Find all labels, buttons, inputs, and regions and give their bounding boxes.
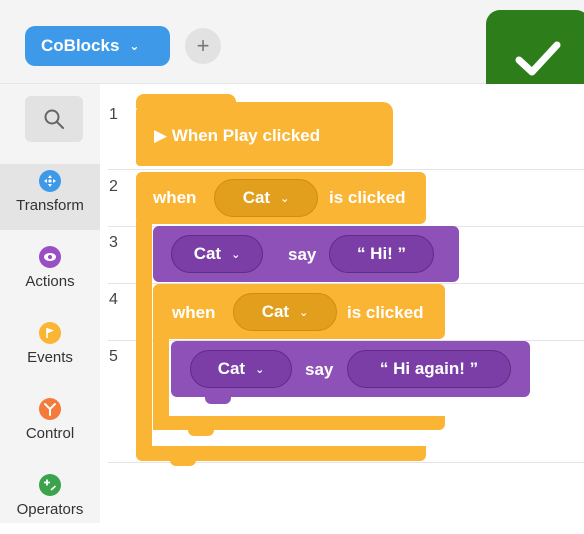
eye-icon <box>39 246 61 268</box>
checkmark-icon <box>515 41 561 76</box>
category-transform[interactable]: Transform <box>0 164 100 230</box>
say-text-value: “ Hi again! ” <box>379 359 479 378</box>
chevron-down-icon: ⌄ <box>280 192 290 205</box>
category-label: Events <box>27 349 73 366</box>
say-text-input[interactable]: “ Hi! ” <box>329 235 434 273</box>
block-notch <box>205 395 231 404</box>
search-button[interactable] <box>25 96 83 142</box>
line-number: 5 <box>109 348 118 365</box>
category-control[interactable]: Control <box>0 392 100 458</box>
move-arrows-icon <box>39 170 61 192</box>
line-number: 2 <box>109 178 118 195</box>
block-category-sidebar: Transform Actions Events Control Operato… <box>0 84 100 523</box>
line-number: 4 <box>109 291 118 308</box>
branch-icon <box>39 398 61 420</box>
category-events[interactable]: Events <box>0 316 100 382</box>
category-operators[interactable]: Operators <box>0 468 100 534</box>
actor-dropdown[interactable]: Cat ⌄ <box>233 293 337 331</box>
category-actions[interactable]: Actions <box>0 240 100 306</box>
when-cat-clicked-block[interactable]: when Cat ⌄ is clicked <box>153 284 445 339</box>
block-when-label: when <box>153 188 197 207</box>
actor-dropdown-value: Cat <box>242 188 271 207</box>
project-menu-button[interactable]: CoBlocks ⌄ <box>25 26 170 66</box>
block-suffix-label: is clicked <box>329 188 406 207</box>
actor-dropdown-value: Cat <box>193 244 222 263</box>
say-text-input[interactable]: “ Hi again! ” <box>347 350 511 388</box>
when-cat-clicked-block[interactable]: when Cat ⌄ is clicked <box>136 172 426 224</box>
c-block-notch <box>170 458 196 466</box>
cat-say-hi-block[interactable]: Cat ⌄ say “ Hi! ” <box>153 226 459 282</box>
say-text-value: “ Hi! ” <box>356 244 407 263</box>
plus-icon: + <box>196 33 210 58</box>
category-label: Transform <box>16 197 84 214</box>
search-icon <box>44 109 64 129</box>
actor-dropdown-value: Cat <box>261 302 290 321</box>
chevron-down-icon: ⌄ <box>299 306 309 319</box>
code-workspace[interactable]: 1 2 3 4 5 ▶ When Play clicked when Cat ⌄… <box>100 84 584 523</box>
c-block-notch <box>188 428 214 436</box>
cat-say-hi-again-block[interactable]: Cat ⌄ say “ Hi again! ” <box>171 341 530 397</box>
chevron-down-icon: ⌄ <box>231 248 241 261</box>
when-play-clicked-block[interactable]: ▶ When Play clicked <box>136 102 393 166</box>
project-name: CoBlocks <box>41 36 120 55</box>
c-block-arm <box>136 220 152 456</box>
add-project-button[interactable]: + <box>185 28 221 64</box>
plus-minus-icon <box>39 474 61 496</box>
line-number: 3 <box>109 234 118 251</box>
block-suffix-label: is clicked <box>347 303 424 322</box>
category-label: Control <box>25 425 75 442</box>
actor-dropdown-value: Cat <box>217 359 246 378</box>
line-number: 1 <box>109 106 118 123</box>
actor-dropdown[interactable]: Cat ⌄ <box>171 235 263 273</box>
hat-top <box>136 94 236 108</box>
chevron-down-icon: ⌄ <box>255 363 265 376</box>
say-label: say <box>288 245 317 264</box>
chevron-down-icon: ⌄ <box>129 39 140 53</box>
say-label: say <box>305 360 334 379</box>
actor-dropdown[interactable]: Cat ⌄ <box>214 179 318 217</box>
actor-dropdown[interactable]: Cat ⌄ <box>190 350 292 388</box>
block-when-label: when <box>172 303 216 322</box>
row-divider <box>108 169 584 170</box>
block-label: ▶ When Play clicked <box>154 126 321 145</box>
category-label: Actions <box>25 273 75 290</box>
category-label: Operators <box>16 501 84 518</box>
flag-icon <box>39 322 61 344</box>
